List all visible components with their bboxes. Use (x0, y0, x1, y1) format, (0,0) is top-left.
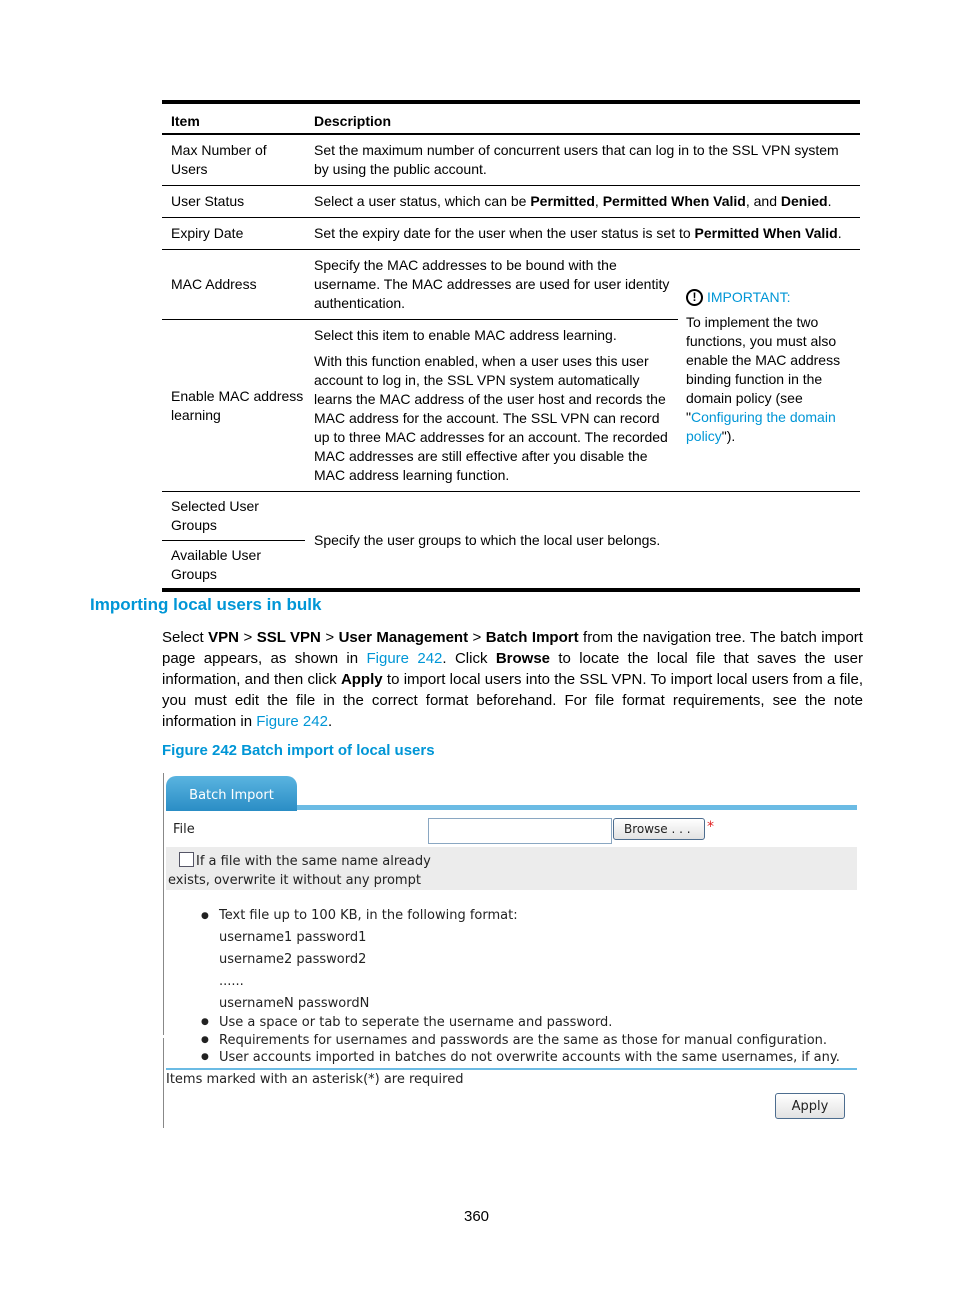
file-input[interactable] (428, 818, 612, 844)
note-item: Requirements for usernames and passwords… (201, 1032, 840, 1050)
row-description: Select this item to enable MAC address l… (314, 327, 668, 483)
row-description: Set the maximum number of concurrent use… (314, 142, 839, 177)
figure-link[interactable]: Figure 242 (256, 713, 328, 730)
row-item: Max Number of Users (171, 142, 267, 177)
table-row: Enable MAC address learning Select this … (162, 319, 678, 491)
section-title: Importing local users in bulk (90, 595, 322, 614)
file-label: File (173, 822, 195, 837)
domain-policy-link[interactable]: Configuring the domain policy (686, 409, 836, 444)
notes-list: Use a space or tab to seperate the usern… (201, 1014, 840, 1067)
tab-underline (297, 805, 857, 810)
file-row: File Browse . . . * (166, 813, 857, 847)
overwrite-label: If a file with the same name already exi… (168, 854, 431, 888)
body-paragraph: Select VPN > SSL VPN > User Management >… (162, 629, 864, 730)
format-line: username2 password2 (219, 952, 367, 967)
row-description: Specify the MAC addresses to be bound wi… (314, 257, 670, 311)
format-notes: Text file up to 100 KB, in the following… (201, 905, 518, 1015)
header-description: Description (314, 113, 392, 129)
required-note: Items marked with an asterisk(*) are req… (166, 1072, 464, 1087)
table-row: Expiry Date Set the expiry date for the … (162, 218, 860, 250)
apply-button[interactable]: Apply (775, 1093, 845, 1119)
figure-caption: Figure 242 Batch import of local users (162, 742, 435, 759)
format-line: usernameN passwordN (219, 996, 370, 1011)
row-item: Enable MAC address learning (171, 387, 304, 423)
note-item: User accounts imported in batches do not… (201, 1049, 840, 1067)
row-item: MAC Address (171, 276, 257, 292)
row-item: Expiry Date (171, 225, 244, 241)
overwrite-row: If a file with the same name already exi… (166, 847, 857, 890)
important-icon: ! (686, 289, 703, 306)
required-asterisk: * (707, 819, 714, 835)
table-row: Max Number of Users Set the maximum numb… (162, 135, 860, 186)
batch-import-figure: Batch Import File Browse . . . * If a fi… (163, 773, 857, 1128)
parameter-table: Item Description Max Number of Users Set… (162, 100, 860, 592)
divider (166, 1068, 857, 1070)
format-line: username1 password1 (219, 930, 367, 945)
table-row: User Status Select a user status, which … (162, 186, 860, 218)
row-description: Set the expiry date for the user when th… (314, 225, 842, 241)
group-rows: Selected User Groups Available User Grou… (162, 492, 860, 588)
row-item: Selected User Groups (171, 498, 259, 533)
browse-button[interactable]: Browse . . . (613, 818, 705, 840)
note-item: Text file up to 100 KB, in the following… (201, 905, 518, 927)
row-description: Select a user status, which can be Permi… (314, 193, 832, 209)
header-item: Item (171, 113, 200, 129)
table-header: Item Description (162, 104, 860, 135)
mac-rows: MAC Address Specify the MAC addresses to… (162, 250, 860, 492)
row-item: User Status (171, 193, 245, 209)
note-item: Use a space or tab to seperate the usern… (201, 1014, 840, 1032)
row-description: Specify the user groups to which the loc… (314, 531, 661, 548)
table-row: MAC Address Specify the MAC addresses to… (162, 250, 678, 319)
tab-batch-import[interactable]: Batch Import (166, 776, 297, 811)
page-number: 360 (464, 1208, 490, 1225)
important-note: ! IMPORTANT: To implement the two functi… (686, 289, 841, 444)
format-line: ...... (219, 974, 244, 989)
important-label: IMPORTANT: (707, 289, 791, 305)
row-item: Available User Groups (162, 540, 305, 588)
figure-link[interactable]: Figure 242 (366, 650, 442, 667)
